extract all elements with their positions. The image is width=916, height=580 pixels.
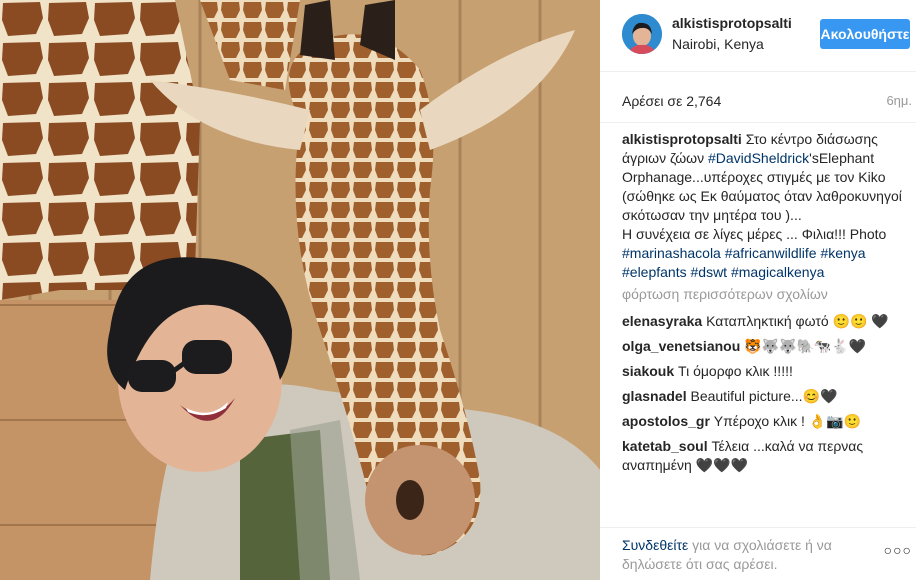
- hashtag-link[interactable]: #magicalkenya: [731, 264, 824, 280]
- comment-text: Τι όμορφο κλικ !!!!!: [678, 363, 793, 379]
- likes-count[interactable]: Αρέσει σε 2,764: [622, 93, 721, 109]
- post-header: alkistisprotopsalti Nairobi, Kenya Ακολο…: [600, 0, 916, 72]
- comment-username[interactable]: glasnadel: [622, 388, 687, 404]
- comment-text: Υπέροχο κλικ ! 👌📷🙂: [713, 413, 862, 429]
- comments-list: alkistisprotopsalti Στο κέντρο διάσωσης …: [622, 130, 904, 528]
- post-time[interactable]: 6ημ.: [886, 93, 912, 108]
- login-prompt: Συνδεθείτε για να σχολιάσετε ή να δηλώσε…: [622, 536, 872, 574]
- username-link[interactable]: alkistisprotopsalti: [672, 15, 797, 31]
- location-link[interactable]: Nairobi, Kenya: [672, 36, 764, 52]
- comment-username[interactable]: siakouk: [622, 363, 674, 379]
- post-footer: Συνδεθείτε για να σχολιάσετε ή να δηλώσε…: [600, 527, 916, 580]
- comment-username[interactable]: katetab_soul: [622, 438, 708, 454]
- hashtag-link[interactable]: #elepfants: [622, 264, 687, 280]
- comment-item: elenasyraka Καταπληκτική φωτό 🙂🙂 🖤: [622, 312, 904, 331]
- comment-item: olga_venetsianou 🐯🐺🐺🐘🐄🐇🖤: [622, 337, 904, 356]
- comment-text: Beautiful picture...😊🖤: [690, 388, 838, 404]
- follow-button[interactable]: Ακολουθήστε: [820, 19, 910, 49]
- hashtag-link[interactable]: #marinashacola: [622, 245, 721, 261]
- post-photo[interactable]: [0, 0, 600, 580]
- comment-item: katetab_soul Τέλεια ...καλά να περνας αν…: [622, 437, 904, 475]
- comment-text: 🐯🐺🐺🐘🐄🐇🖤: [744, 338, 867, 354]
- comment-item: apostolos_gr Υπέροχο κλικ ! 👌📷🙂: [622, 412, 904, 431]
- hashtag-link[interactable]: #kenya: [820, 245, 865, 261]
- avatar[interactable]: [622, 14, 662, 54]
- post-caption: alkistisprotopsalti Στο κέντρο διάσωσης …: [622, 130, 904, 282]
- likes-section: Αρέσει σε 2,764 6ημ.: [600, 73, 916, 123]
- avatar-image-icon: [622, 14, 662, 54]
- comment-username[interactable]: apostolos_gr: [622, 413, 710, 429]
- hashtag-link[interactable]: #DavidSheldrick: [708, 150, 809, 166]
- caption-text-3: Η συνέχεια σε λίγες μέρες ... Φιλια!!! P…: [622, 226, 887, 242]
- more-horizontal-icon[interactable]: ○○○: [884, 542, 912, 558]
- post-side-panel: alkistisprotopsalti Nairobi, Kenya Ακολο…: [600, 0, 916, 580]
- comment-username[interactable]: elenasyraka: [622, 313, 702, 329]
- comment-item: siakouk Τι όμορφο κλικ !!!!!: [622, 362, 904, 381]
- load-more-comments-link[interactable]: φόρτωση περισσότερων σχολίων: [622, 285, 904, 304]
- photo-illustration: [0, 0, 600, 580]
- hashtag-link[interactable]: #africanwildlife: [725, 245, 817, 261]
- hashtag-link[interactable]: #dswt: [691, 264, 728, 280]
- login-link[interactable]: Συνδεθείτε: [622, 537, 688, 553]
- comment-username[interactable]: olga_venetsianou: [622, 338, 740, 354]
- caption-username[interactable]: alkistisprotopsalti: [622, 131, 742, 147]
- comment-item: glasnadel Beautiful picture...😊🖤: [622, 387, 904, 406]
- comment-text: Καταπληκτική φωτό 🙂🙂 🖤: [706, 313, 889, 329]
